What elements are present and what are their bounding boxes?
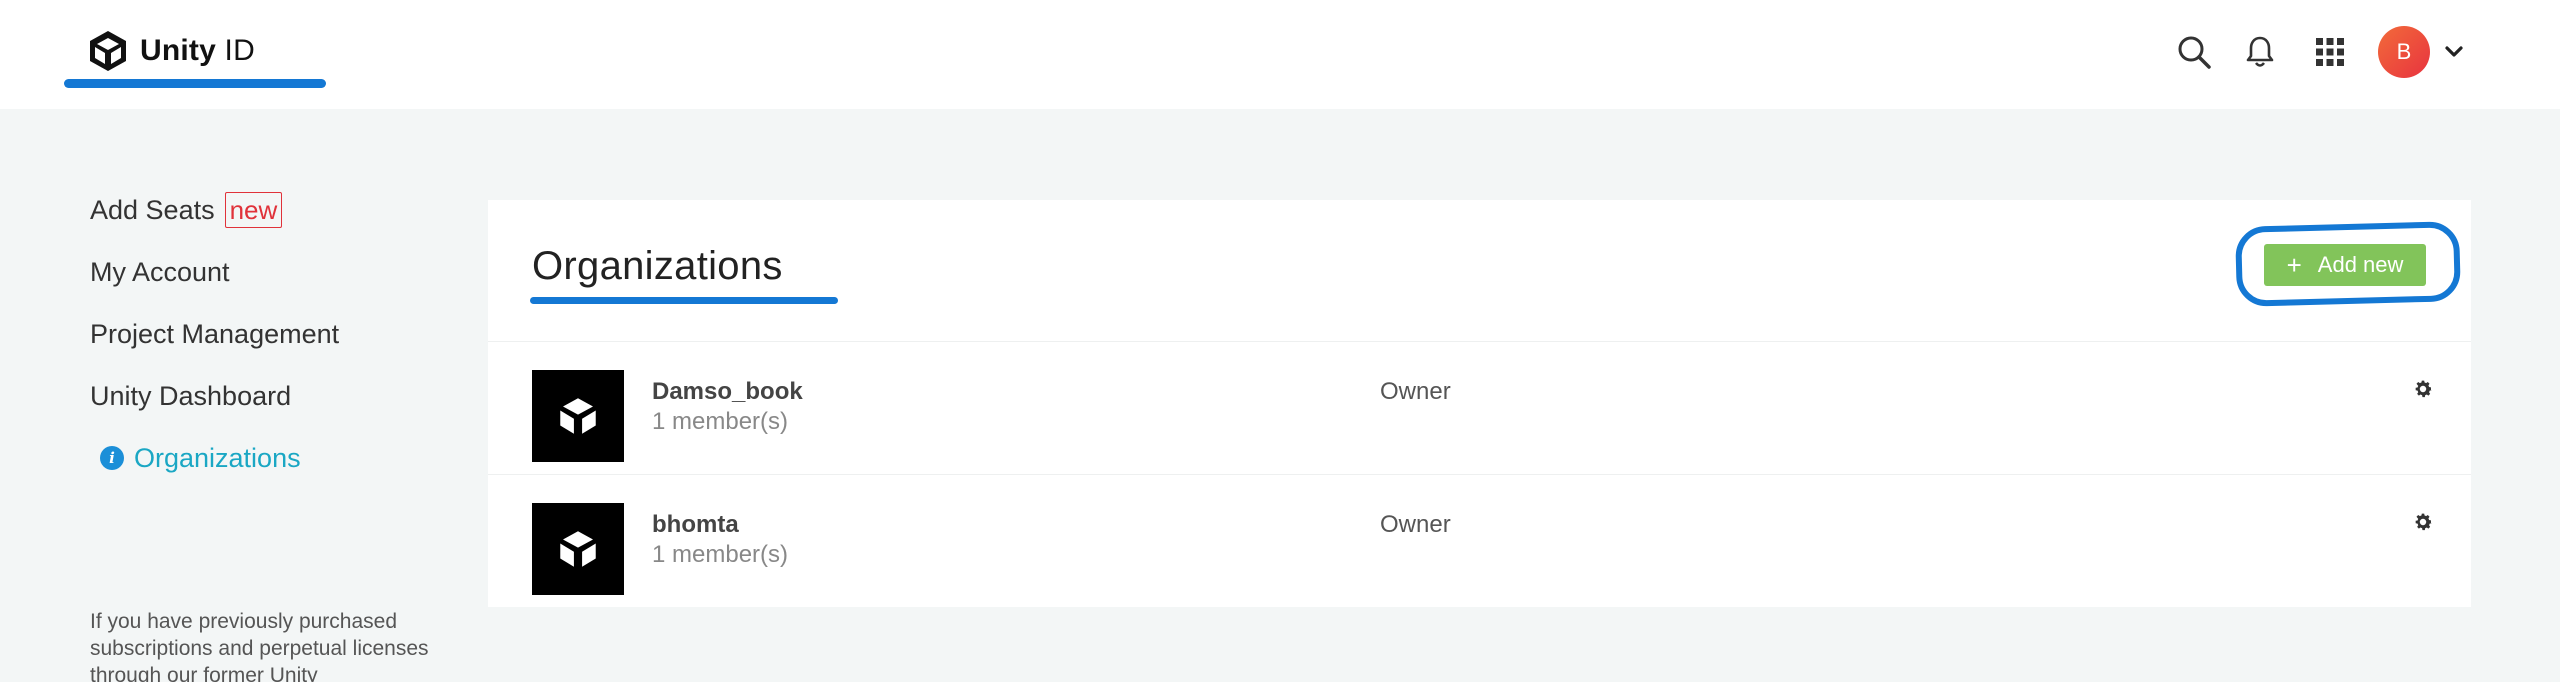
sidebar-item-label: My Account xyxy=(90,256,230,287)
unity-cube-icon xyxy=(532,503,624,595)
chevron-down-icon[interactable] xyxy=(2440,38,2468,66)
logo-text: Unity ID xyxy=(140,34,255,68)
add-new-button[interactable]: + Add new xyxy=(2264,244,2426,286)
organization-role: Owner xyxy=(1380,511,1451,538)
organization-name[interactable]: bhomta xyxy=(652,511,739,539)
unity-cube-icon xyxy=(532,370,624,462)
title-annotation-underline xyxy=(530,297,838,304)
organization-members: 1 member(s) xyxy=(652,408,789,435)
add-new-label: Add new xyxy=(2317,252,2404,277)
sidebar-item-project-management[interactable]: Project Management xyxy=(90,314,450,354)
page-title: Organizations xyxy=(532,244,783,288)
bell-icon[interactable] xyxy=(2238,30,2282,74)
unity-cube-icon xyxy=(90,31,126,71)
sidebar-item-label: Add Seats xyxy=(90,194,215,225)
user-avatar[interactable]: B xyxy=(2378,26,2430,78)
gear-icon[interactable] xyxy=(2410,509,2436,535)
new-badge: new xyxy=(224,192,283,228)
apps-grid-icon[interactable] xyxy=(2308,30,2352,74)
sidebar-item-label: Project Management xyxy=(90,318,340,349)
sidebar-item-label: Organizations xyxy=(134,442,301,473)
info-icon: i xyxy=(100,446,124,470)
top-header: Unity ID B xyxy=(0,0,2560,109)
logo-bold-text: Unity xyxy=(140,34,216,67)
unity-id-logo[interactable]: Unity ID xyxy=(86,26,255,76)
organizations-card: Organizations + Add new Damso_book 1 mem… xyxy=(488,200,2471,607)
logo-light-text: ID xyxy=(224,34,255,67)
sidebar-item-unity-dashboard[interactable]: Unity Dashboard xyxy=(90,376,450,416)
sidebar-item-organizations[interactable]: i Organizations xyxy=(90,438,450,478)
organization-name[interactable]: Damso_book xyxy=(652,378,803,406)
sidebar-nav: Add Seats new My Account Project Managem… xyxy=(90,190,450,500)
sidebar-legacy-note: If you have previously purchased subscri… xyxy=(90,610,429,682)
organization-members: 1 member(s) xyxy=(652,541,789,568)
logo-annotation-underline xyxy=(64,79,326,88)
search-icon[interactable] xyxy=(2172,30,2216,74)
sidebar-item-label: Unity Dashboard xyxy=(90,380,292,411)
sidebar-item-add-seats[interactable]: Add Seats new xyxy=(90,190,450,230)
sidebar-item-my-account[interactable]: My Account xyxy=(90,252,450,292)
organization-row[interactable]: bhomta 1 member(s) Owner xyxy=(488,475,2471,605)
organization-row[interactable]: Damso_book 1 member(s) Owner xyxy=(488,342,2471,472)
organization-role: Owner xyxy=(1380,378,1451,405)
gear-icon[interactable] xyxy=(2410,376,2436,402)
plus-icon: + xyxy=(2286,250,2302,280)
